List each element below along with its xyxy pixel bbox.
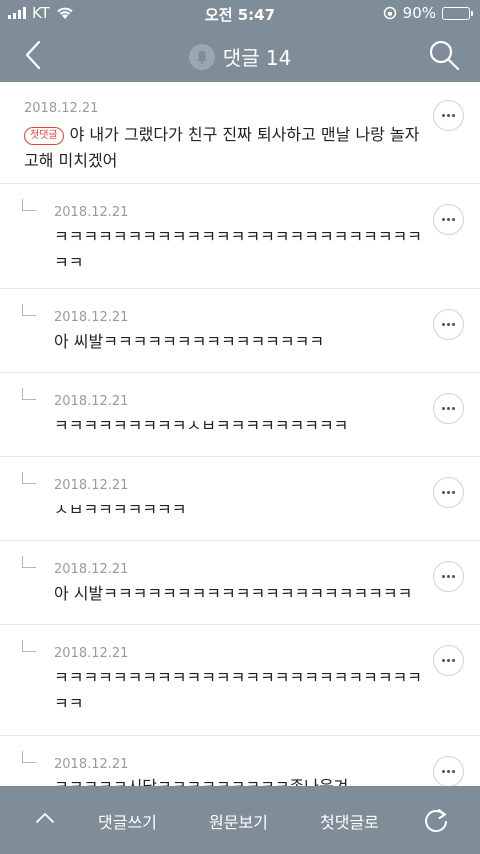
- battery-percent: 90%: [402, 4, 436, 22]
- refresh-icon[interactable]: [422, 806, 450, 834]
- comment-text: ㅅㅂㅋㅋㅋㅋㅋㅋㅋ: [54, 500, 187, 519]
- status-bar: KT 오전 5:47 90%: [0, 0, 480, 28]
- comment-text-line2: ㅋㅋ: [54, 253, 84, 272]
- view-original-button[interactable]: 원문보기: [209, 809, 268, 833]
- comment-text: ㅋㅋㅋㅋㅋㅋㅋㅋㅋㅋㅋㅋㅋㅋㅋㅋㅋㅋㅋㅋㅋㅋㅋㅋㅋ ㅋㅋ: [54, 665, 424, 717]
- more-options-button[interactable]: [433, 756, 464, 786]
- title-text: 댓글 14: [222, 46, 292, 70]
- comment-item: 2018.12.21 첫댓글 야 내가 그랬다가 친구 진짜 퇴사하고 맨날 나랑…: [0, 82, 480, 184]
- bell-icon[interactable]: [188, 43, 215, 70]
- comment-text-line2: ㅋㅋ: [54, 694, 84, 713]
- more-options-button[interactable]: [433, 100, 464, 131]
- reply-item: 2018.12.21 ㅋㅋㅋㅋㅋㅋㅋㅋㅋㅋㅋㅋㅋㅋㅋㅋㅋㅋㅋㅋㅋㅋㅋㅋㅋ ㅋㅋ: [0, 184, 480, 289]
- comment-text: 아 씨발ㅋㅋㅋㅋㅋㅋㅋㅋㅋㅋㅋㅋㅋㅋㅋ: [54, 332, 325, 351]
- more-options-button[interactable]: [433, 561, 464, 592]
- reply-item: 2018.12.21 ㅋㅋㅋㅋㅋ시닼ㅋㅋㅋㅋㅋㅋㅋㅋㅋ존나웃겨: [0, 736, 480, 786]
- reply-item: 2018.12.21 아 시발ㅋㅋㅋㅋㅋㅋㅋㅋㅋㅋㅋㅋㅋㅋㅋㅋㅋㅋㅋㅋㅋ: [0, 541, 480, 625]
- more-options-button[interactable]: [433, 204, 464, 235]
- reply-item: 2018.12.21 ㅋㅋㅋㅋㅋㅋㅋㅋㅋㅅㅂㅋㅋㅋㅋㅋㅋㅋㅋㅋ: [0, 373, 480, 457]
- reply-indicator-icon: [22, 472, 36, 484]
- comment-date: 2018.12.21: [54, 562, 129, 577]
- battery-icon: [442, 6, 473, 20]
- reply-item: 2018.12.21 아 씨발ㅋㅋㅋㅋㅋㅋㅋㅋㅋㅋㅋㅋㅋㅋㅋ: [0, 289, 480, 373]
- comment-text-line1: ㅋㅋㅋㅋㅋㅋㅋㅋㅋㅋㅋㅋㅋㅋㅋㅋㅋㅋㅋㅋㅋㅋㅋㅋㅋ: [54, 227, 423, 246]
- reply-indicator-icon: [22, 556, 36, 568]
- comment-text-line1: ㅋㅋㅋㅋㅋㅋㅋㅋㅋㅋㅋㅋㅋㅋㅋㅋㅋㅋㅋㅋㅋㅋㅋㅋㅋ: [54, 668, 423, 687]
- more-options-button[interactable]: [433, 393, 464, 424]
- comment-text: 아 시발ㅋㅋㅋㅋㅋㅋㅋㅋㅋㅋㅋㅋㅋㅋㅋㅋㅋㅋㅋㅋㅋ: [54, 584, 413, 603]
- comment-date: 2018.12.21: [24, 101, 99, 116]
- chevron-up-icon[interactable]: [34, 808, 56, 828]
- more-options-button[interactable]: [433, 309, 464, 340]
- reply-item: 2018.12.21 ㅅㅂㅋㅋㅋㅋㅋㅋㅋ: [0, 457, 480, 541]
- write-comment-button[interactable]: 댓글쓰기: [98, 809, 157, 833]
- comment-date: 2018.12.21: [54, 478, 129, 493]
- reply-item: 2018.12.21 ㅋㅋㅋㅋㅋㅋㅋㅋㅋㅋㅋㅋㅋㅋㅋㅋㅋㅋㅋㅋㅋㅋㅋㅋㅋ ㅋㅋ: [0, 625, 480, 736]
- first-comment-badge: 첫댓글: [24, 127, 64, 145]
- page-title: 댓글 14: [0, 42, 480, 71]
- reply-indicator-icon: [22, 388, 36, 400]
- bottom-toolbar: 댓글쓰기 원문보기 첫댓글로: [0, 786, 480, 854]
- comment-text: ㅋㅋㅋㅋㅋㅋㅋㅋㅋㅅㅂㅋㅋㅋㅋㅋㅋㅋㅋㅋ: [54, 416, 349, 435]
- comment-date: 2018.12.21: [54, 394, 129, 409]
- comment-date: 2018.12.21: [54, 646, 129, 661]
- comment-text: 첫댓글 야 내가 그랬다가 친구 진짜 퇴사하고 맨날 나랑 놀자 고해 미치겠어: [24, 122, 424, 174]
- orientation-lock-icon: [383, 6, 396, 20]
- reply-indicator-icon: [22, 751, 36, 763]
- comment-date: 2018.12.21: [54, 757, 129, 772]
- comment-text-line1: 야 내가 그랬다가 친구 진짜 퇴사하고 맨날 나랑 놀자: [69, 125, 420, 144]
- comment-text: ㅋㅋㅋㅋㅋ시닼ㅋㅋㅋㅋㅋㅋㅋㅋㅋ존나웃겨: [54, 774, 348, 786]
- comment-text-line2: 고해 미치겠어: [24, 151, 118, 170]
- comment-date: 2018.12.21: [54, 310, 129, 325]
- search-icon[interactable]: [426, 37, 462, 73]
- more-options-button[interactable]: [433, 477, 464, 508]
- comment-text: ㅋㅋㅋㅋㅋㅋㅋㅋㅋㅋㅋㅋㅋㅋㅋㅋㅋㅋㅋㅋㅋㅋㅋㅋㅋ ㅋㅋ: [54, 224, 424, 276]
- comment-date: 2018.12.21: [54, 205, 129, 220]
- reply-indicator-icon: [22, 640, 36, 652]
- first-comment-button[interactable]: 첫댓글로: [320, 809, 379, 833]
- comment-list: 2018.12.21 첫댓글 야 내가 그랬다가 친구 진짜 퇴사하고 맨날 나랑…: [0, 82, 480, 786]
- reply-indicator-icon: [22, 304, 36, 316]
- nav-bar: 댓글 14: [0, 28, 480, 82]
- reply-indicator-icon: [22, 199, 36, 211]
- more-options-button[interactable]: [433, 645, 464, 676]
